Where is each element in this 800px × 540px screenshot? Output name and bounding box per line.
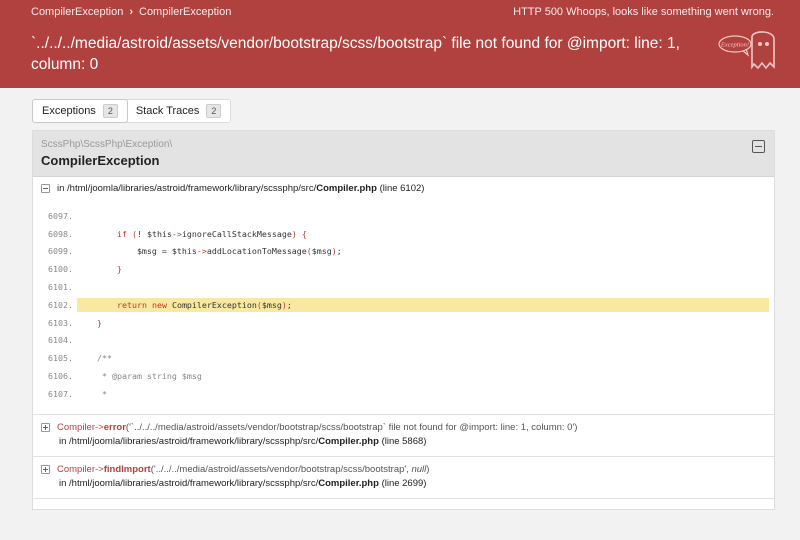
code-line-highlighted: 6102. return new CompilerException($msg)…	[33, 296, 774, 314]
code-line: 6103. }	[33, 314, 774, 332]
code-text: *	[77, 388, 107, 399]
svg-text:Exception!: Exception!	[720, 42, 749, 49]
location-line: (line 6102)	[379, 183, 425, 194]
exception-header: ScssPhp\ScssPhp\Exception\ CompilerExcep…	[33, 131, 774, 177]
code-text: /**	[77, 353, 112, 364]
line-number: 6104.	[48, 335, 73, 346]
frame-line: (line 2699)	[381, 478, 427, 489]
stack-frame[interactable]	[33, 498, 774, 540]
tab-count-badge: 2	[206, 104, 222, 118]
chevron-right-icon: ›	[129, 6, 133, 18]
frame-file: Compiler.php	[318, 436, 379, 447]
tab-label: Exceptions	[42, 105, 96, 117]
location-file: Compiler.php	[316, 183, 377, 194]
breadcrumb: CompilerException › CompilerException	[31, 6, 231, 18]
line-number: 6107.	[48, 388, 73, 399]
frame-path: in /html/joomla/libraries/astroid/framew…	[59, 478, 319, 489]
frame-args: ('../../../media/astroid/assets/vendor/b…	[150, 464, 430, 475]
tab-label: Stack Traces	[135, 105, 200, 117]
frame-class: Compiler	[57, 422, 96, 433]
frame-method: error	[103, 422, 126, 433]
code-text: }	[96, 317, 102, 328]
exception-message: `../../../media/astroid/assets/vendor/bo…	[31, 35, 680, 73]
breadcrumb-item[interactable]: CompilerException	[31, 6, 123, 18]
code-line: 6101.	[33, 278, 774, 296]
http-status-text: HTTP 500 Whoops, looks like something we…	[513, 6, 774, 18]
code-text: * @param string $msg	[77, 371, 202, 382]
code-line: 6104.	[33, 332, 774, 350]
frame-arrow: ->	[95, 464, 104, 475]
line-number: 6102.	[48, 299, 73, 310]
code-line: 6107. *	[33, 385, 774, 403]
collapse-frame-icon[interactable]	[41, 184, 50, 193]
exception-namespace: ScssPhp\ScssPhp\Exception\	[41, 139, 173, 150]
code-text: $msg = $this->addLocationToMessage($msg)…	[77, 246, 342, 257]
code-text: }	[116, 264, 122, 275]
tab-bar: Exceptions 2 Stack Traces 2	[32, 99, 232, 123]
line-number: 6099.	[48, 246, 73, 257]
tab-count-badge: 2	[102, 104, 118, 118]
trace-location[interactable]: in /html/joomla/libraries/astroid/framew…	[41, 183, 424, 194]
line-number: 6101.	[48, 282, 73, 293]
frame-line: (line 5868)	[381, 436, 427, 447]
code-text: return new CompilerException($msg);	[77, 297, 769, 312]
frame-args: ('`../../../media/astroid/assets/vendor/…	[125, 422, 578, 433]
tab-exceptions[interactable]: Exceptions 2	[32, 99, 128, 123]
frame-arrow: ->	[95, 422, 104, 433]
frame-path: in /html/joomla/libraries/astroid/framew…	[59, 436, 319, 447]
location-path: in /html/joomla/libraries/astroid/framew…	[57, 183, 317, 194]
code-snippet: 6097. 6098. if (! $this->ignoreCallStackM…	[33, 207, 774, 403]
breadcrumb-item[interactable]: CompilerException	[139, 6, 231, 18]
code-line: 6100. }	[33, 260, 774, 278]
stack-frame[interactable]: Compiler -> error ('`../../../media/astroid…	[33, 414, 774, 456]
code-line: 6099. $msg = $this->addLocationToMessage…	[33, 243, 774, 261]
line-number: 6098.	[48, 228, 73, 239]
tab-stack-traces[interactable]: Stack Traces 2	[127, 100, 231, 122]
code-line: 6106. * @param string $msg	[33, 367, 774, 385]
collapse-exception-icon[interactable]	[752, 140, 765, 153]
expand-frame-icon[interactable]	[41, 423, 50, 432]
line-number: 6105.	[48, 353, 73, 364]
line-number: 6106.	[48, 371, 73, 382]
frame-method: findImport	[103, 464, 151, 475]
frame-file: Compiler.php	[318, 478, 379, 489]
expand-frame-icon[interactable]	[41, 465, 50, 474]
exception-class: CompilerException	[41, 153, 160, 168]
code-line: 6105. /**	[33, 349, 774, 367]
frame-class: Compiler	[57, 464, 96, 475]
ghost-logo-icon: Exception!	[718, 31, 775, 70]
stack-frame[interactable]: Compiler -> findImport ('../../../media/ast…	[33, 456, 774, 498]
line-number: 6097.	[48, 210, 73, 221]
line-number: 6100.	[48, 264, 73, 275]
code-line: 6098. if (! $this->ignoreCallStackMessag…	[33, 225, 774, 243]
line-number: 6103.	[48, 317, 73, 328]
error-header: CompilerException › CompilerException HTTP…	[0, 0, 800, 88]
code-text: if (! $this->ignoreCallStackMessage) {	[116, 228, 307, 239]
exception-panel: ScssPhp\ScssPhp\Exception\ CompilerExcep…	[32, 130, 775, 510]
code-line: 6097.	[33, 207, 774, 225]
